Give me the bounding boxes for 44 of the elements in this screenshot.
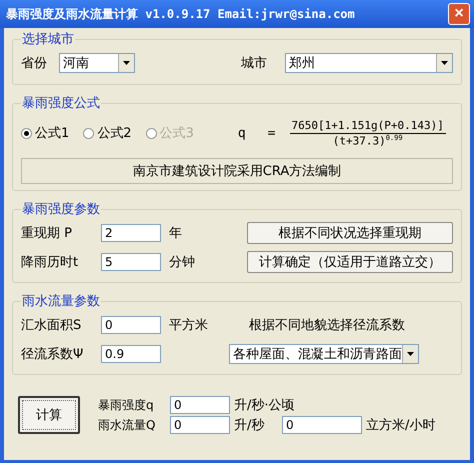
dropdown-arrow-icon[interactable] [123,61,130,65]
unit-label: 分钟 [169,254,196,270]
action-button[interactable]: 根据不同状况选择重现期 [247,222,453,244]
input-field[interactable]: 0 [101,316,161,334]
field-label: 汇水面积S [21,316,82,334]
close-button[interactable]: × [448,3,470,25]
province-dropdown[interactable]: 河南 [59,53,135,73]
dropdown-arrow-icon[interactable] [407,352,414,356]
province-label: 省份 [21,55,47,72]
hint-text: 根据不同地貌选择径流系数 [249,316,405,334]
field-label: 暴雨强度q [98,396,155,414]
window-title: 暴雨强度及雨水流量计算 v1.0.9.17 Email:jrwr@sina.com [6,6,355,22]
unit-label: 年 [169,224,183,242]
unit-label: 平方米 [169,316,209,334]
formula-radio[interactable]: 公式1 [21,124,70,142]
formula-denominator: (t+37.3)$^{0.99}$ [332,134,403,148]
calculate-button[interactable]: 计算 [18,396,80,434]
action-button[interactable]: 计算确定（仅适用于道路立交） [247,250,453,272]
formula-numerator: 7650[1+1.151g(P+0.143)] [290,118,446,134]
dropdown-arrow-icon[interactable] [441,61,448,65]
surface-dropdown[interactable]: 各种屋面、混凝土和沥青路面 [229,344,419,364]
unit-label: 升/秒·公顷 [234,397,295,414]
city-dropdown[interactable]: 郑州 [285,53,453,73]
formula-radio[interactable]: 公式2 [83,124,132,142]
field-label: 重现期 P [21,224,73,242]
unit-label: 升/秒 [234,417,266,434]
field-label: 雨水流量Q [98,416,156,434]
field-label: 径流系数Ψ [21,346,84,362]
group-title: 选择城市 [21,31,75,48]
equals-sign: = [268,126,276,140]
formula-lhs: q [238,126,246,140]
output-field[interactable]: 0 [282,416,362,434]
input-field[interactable]: 2 [101,224,161,242]
output-field[interactable]: 0 [170,396,230,414]
unit-label: 立方米/小时 [366,417,436,434]
source-note: 南京市建筑设计院采用CRA方法编制 [21,158,453,184]
input-field[interactable]: 0.9 [101,344,161,362]
field-label: 降雨历时t [21,254,80,270]
output-field[interactable]: 0 [170,416,230,434]
input-field[interactable]: 5 [101,252,161,270]
group-title: 雨水流量参数 [21,293,101,310]
group-title: 暴雨强度公式 [21,95,101,112]
city-label: 城市 [241,55,267,72]
group-title: 暴雨强度参数 [21,201,101,218]
